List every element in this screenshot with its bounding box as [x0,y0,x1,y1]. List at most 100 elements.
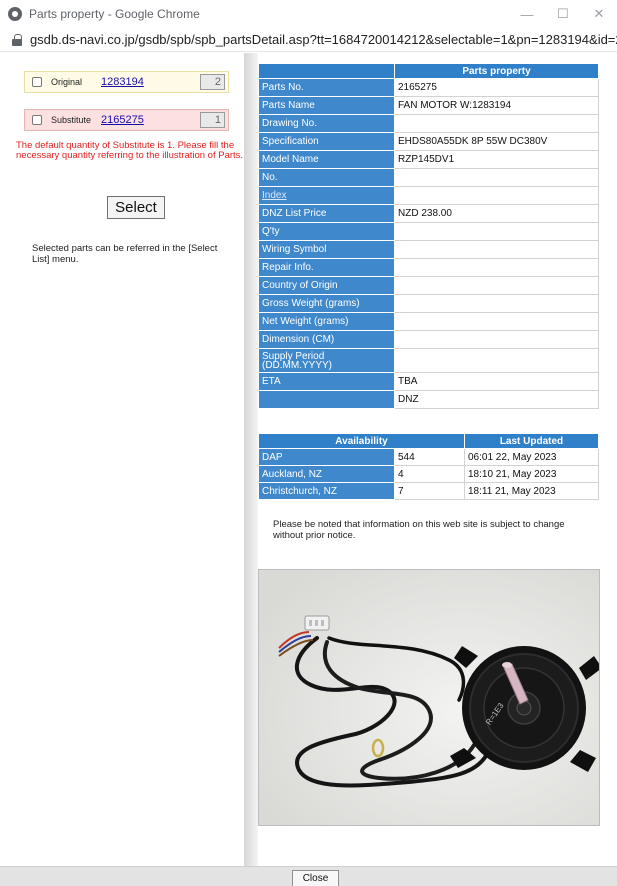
table-row: Parts Name FAN MOTOR W:1283194 [258,96,599,115]
location-cell: Christchurch, NZ [258,482,395,500]
row-label: Wiring Symbol [258,240,395,259]
window-controls: — ☐ ✕ [509,0,617,28]
original-label: Original [51,77,83,87]
table-row: Net Weight (grams) [258,312,599,331]
last-updated-header: Last Updated [464,433,599,449]
row-label: Drawing No. [258,114,395,133]
row-label: Repair Info. [258,258,395,277]
table-row: Auckland, NZ 4 18:10 21, May 2023 [258,465,599,483]
row-value [394,114,599,133]
row-value: 2165275 [394,78,599,97]
table-row: Country of Origin [258,276,599,295]
table-row: Specification EHDS80A55DK 8P 55W DC380V [258,132,599,151]
row-label: Net Weight (grams) [258,312,395,331]
table-row: Gross Weight (grams) [258,294,599,313]
row-value: DNZ [394,390,599,409]
table-row: ETA TBA [258,372,599,391]
row-value [394,330,599,349]
row-value [394,168,599,187]
table-row: Index [258,186,599,205]
table-row: Christchurch, NZ 7 18:11 21, May 2023 [258,482,599,500]
table-row: Dimension (CM) [258,330,599,349]
availability-table: Availability Last Updated DAP 544 06:01 22… [258,433,599,500]
substitute-checkbox[interactable] [32,115,42,125]
table-row: Model Name RZP145DV1 [258,150,599,169]
substitute-part-row: Substitute 2165275 1 [24,109,229,131]
address-bar[interactable]: gsdb.ds-navi.co.jp/gsdb/spb/spb_partsDet… [0,28,617,52]
substitute-qty-input[interactable]: 1 [200,112,225,128]
updated-cell: 06:01 22, May 2023 [464,448,599,466]
qty-cell: 544 [394,448,465,466]
minimize-icon[interactable]: — [509,0,545,28]
row-label: Dimension (CM) [258,330,395,349]
fan-motor-illustration: R=1E3 [259,570,599,825]
title-bar: Parts property - Google Chrome — ☐ ✕ [0,0,617,28]
row-value: TBA [394,372,599,391]
row-value [394,312,599,331]
original-part-link[interactable]: 1283194 [101,76,171,88]
row-label: Model Name [258,150,395,169]
table-row: DNZ List Price NZD 238.00 [258,204,599,223]
availability-header: Availability [258,433,465,449]
table-row: DAP 544 06:01 22, May 2023 [258,448,599,466]
row-label: No. [258,168,395,187]
row-label: DNZ List Price [258,204,395,223]
browser-window: Parts property - Google Chrome — ☐ ✕ gsd… [0,0,617,886]
qty-cell: 4 [394,465,465,483]
table-row: Parts No. 2165275 [258,78,599,97]
row-value [394,222,599,241]
url-text[interactable]: gsdb.ds-navi.co.jp/gsdb/spb/spb_partsDet… [30,32,617,47]
row-value [394,294,599,313]
close-button[interactable]: Close [292,870,339,886]
table-row: No. [258,168,599,187]
original-part-row: Original 1283194 2 [24,71,229,93]
table-row: Wiring Symbol [258,240,599,259]
substitute-quantity-notice: The default quantity of Substitute is 1.… [16,140,244,161]
select-list-note: Selected parts can be referred in the [S… [32,243,218,265]
parts-property-header: Parts property [394,63,599,79]
table-row: Supply Period (DD.MM.YYYY) [258,348,599,373]
table-row: Drawing No. [258,114,599,133]
row-value [394,348,599,373]
row-label: Parts Name [258,96,395,115]
row-value [394,186,599,205]
bottom-bar: Close [0,866,617,886]
lock-icon [12,33,22,46]
row-label: Gross Weight (grams) [258,294,395,313]
row-label: Country of Origin [258,276,395,295]
left-pane: Original 1283194 2 Substitute 2165275 1 … [8,53,258,866]
row-label: Supply Period (DD.MM.YYYY) [258,348,395,373]
disclaimer-text: Please be noted that information on this… [273,519,565,541]
row-label [258,390,395,409]
close-icon[interactable]: ✕ [581,0,617,28]
substitute-part-link[interactable]: 2165275 [101,114,171,126]
page-content: Original 1283194 2 Substitute 2165275 1 … [0,53,617,866]
row-value: NZD 238.00 [394,204,599,223]
original-qty-input[interactable]: 2 [200,74,225,90]
select-button[interactable]: Select [107,196,165,219]
row-label: Specification [258,132,395,151]
row-label: Q'ty [258,222,395,241]
window-title: Parts property - Google Chrome [29,7,200,21]
row-value: EHDS80A55DK 8P 55W DC380V [394,132,599,151]
row-value: RZP145DV1 [394,150,599,169]
updated-cell: 18:11 21, May 2023 [464,482,599,500]
row-value [394,240,599,259]
table-row: Repair Info. [258,258,599,277]
row-value [394,276,599,295]
parts-property-table: Parts property Parts No. 2165275 Parts Na… [258,63,599,409]
index-link[interactable]: Index [258,186,395,205]
chrome-icon [8,7,22,21]
updated-cell: 18:10 21, May 2023 [464,465,599,483]
part-photo: R=1E3 [258,569,600,826]
row-value: FAN MOTOR W:1283194 [394,96,599,115]
location-cell: DAP [258,448,395,466]
row-label: ETA [258,372,395,391]
row-value [394,258,599,277]
maximize-icon[interactable]: ☐ [545,0,581,28]
table-row: Q'ty [258,222,599,241]
qty-cell: 7 [394,482,465,500]
table-row: DNZ [258,390,599,409]
original-checkbox[interactable] [32,77,42,87]
row-label: Parts No. [258,78,395,97]
